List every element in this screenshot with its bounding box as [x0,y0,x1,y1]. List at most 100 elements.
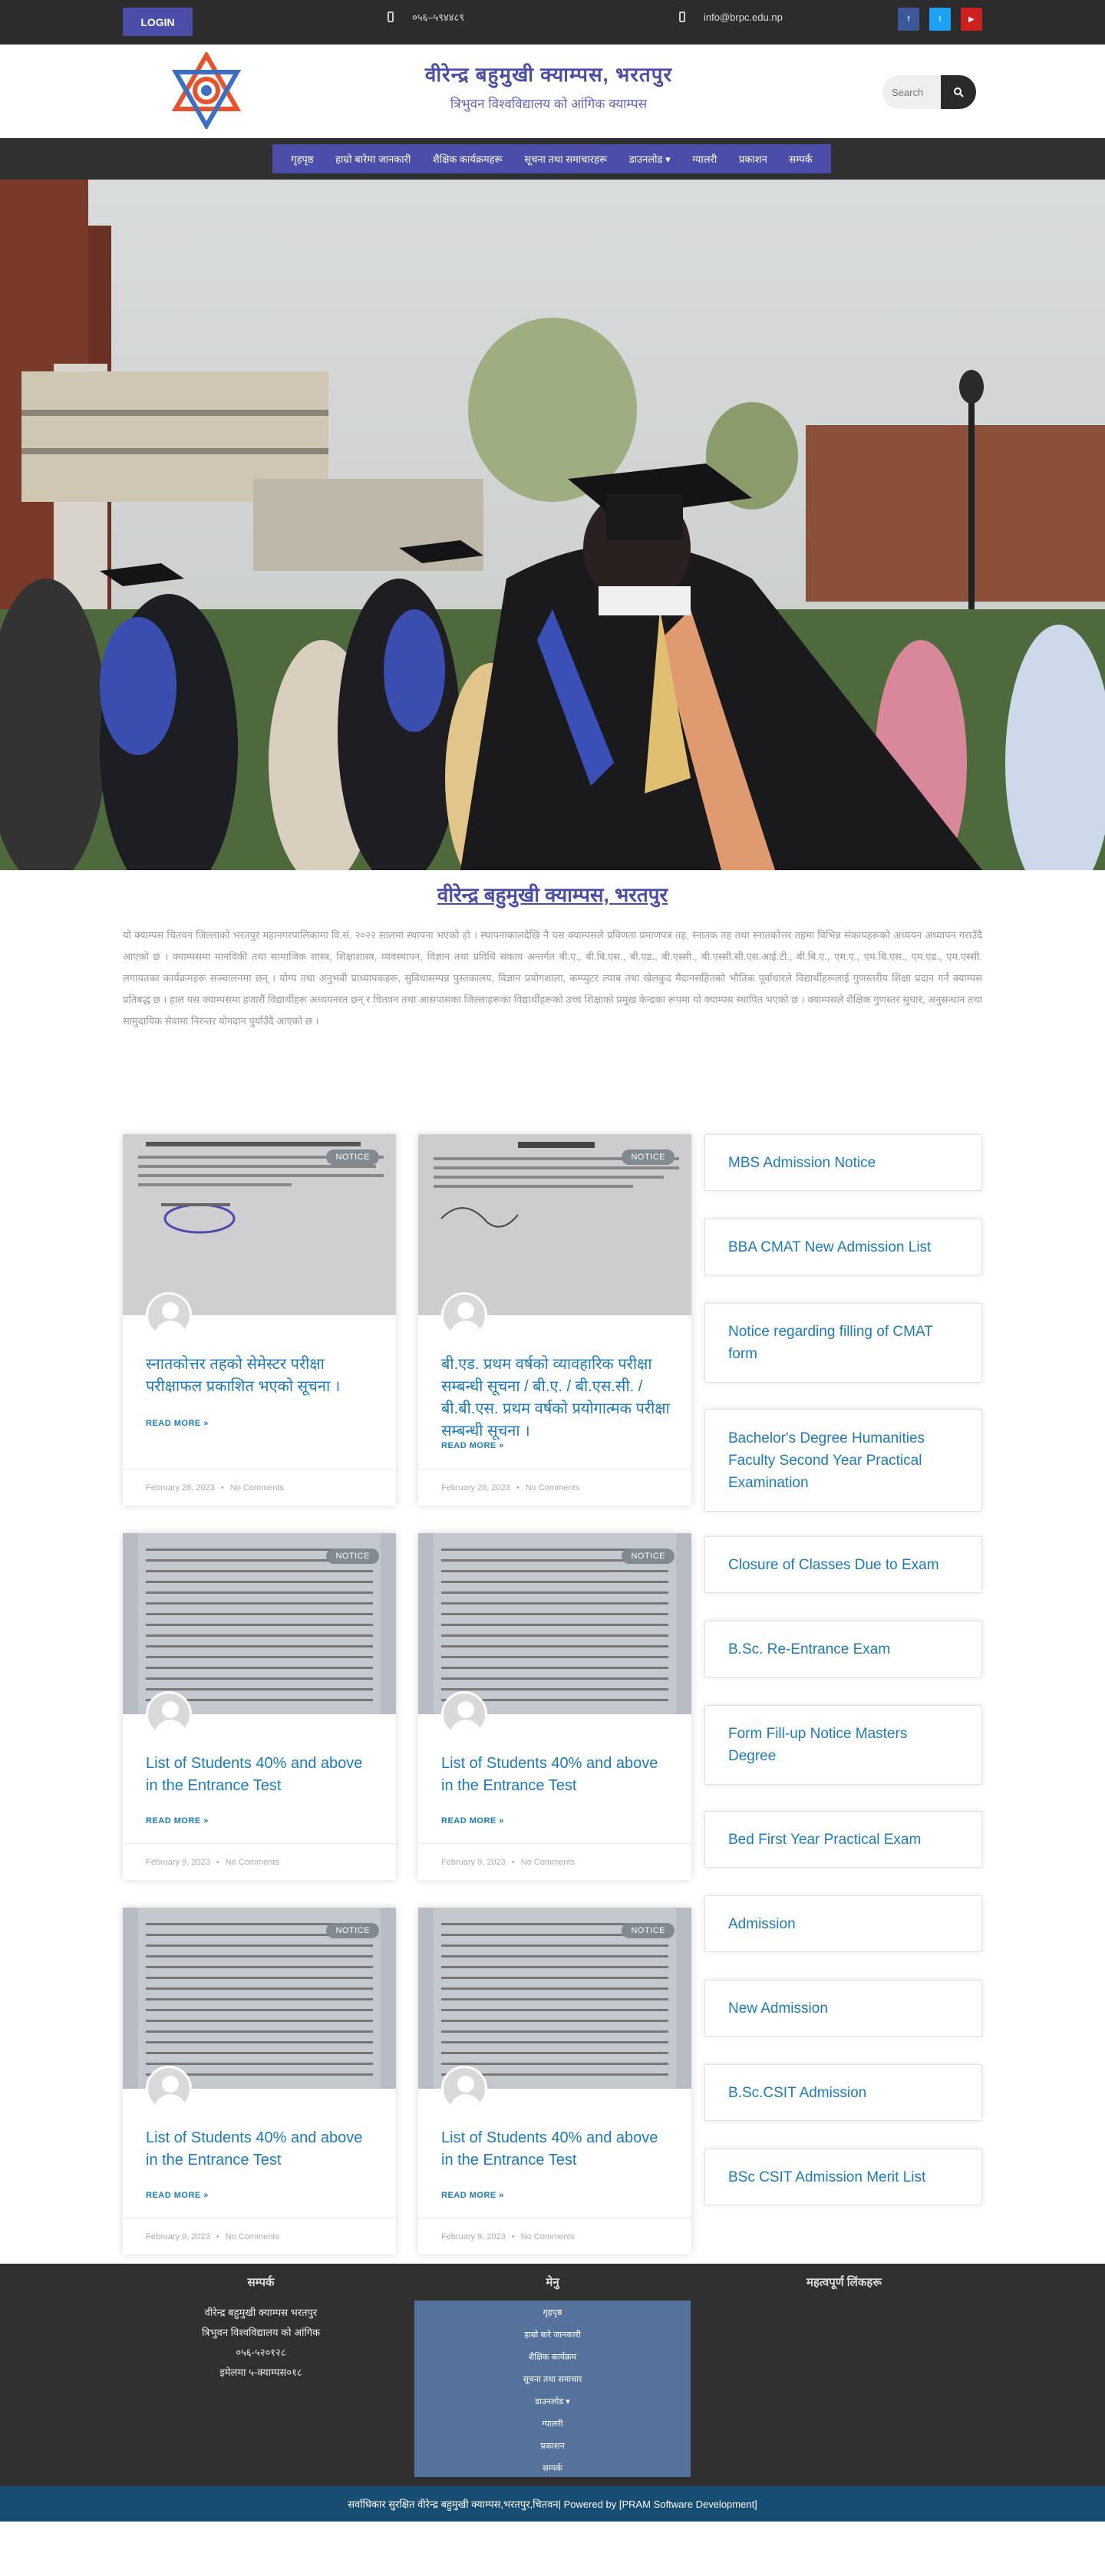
post-comments[interactable]: No Comments [521,2232,575,2241]
sidebar-notice-link[interactable]: Closure of Classes Due to Exam [704,1536,982,1593]
sidebar-notice-link[interactable]: Form Fill-up Notice Masters Degree [704,1705,982,1785]
post-date: February 9, 2023 [146,1857,210,1867]
sidebar-notice-link[interactable]: Notice regarding filling of CMAT form [704,1303,982,1383]
sidebar-notice-link[interactable]: B.Sc. Re-Entrance Exam [704,1621,982,1677]
post-date: February 28, 2023 [441,1483,510,1492]
post-card[interactable]: NOTICE List of Students 40% and above in… [418,1908,691,2254]
nav-item-downloads[interactable]: डाउनलोड ▾ [629,152,671,166]
read-more-link[interactable]: READ MORE » [146,1419,209,1428]
footer-menu-item[interactable]: शैक्षिक कार्यक्रम [414,2351,691,2363]
sidebar-notice-link[interactable]: Bachelor's Degree Humanities Faculty Sec… [704,1409,982,1512]
post-date: February 9, 2023 [146,2231,210,2241]
post-comments[interactable]: No Comments [526,1483,579,1492]
author-avatar [146,1691,192,1737]
nav-item-gallery[interactable]: ग्यालरी [692,152,717,166]
nav-item-contact[interactable]: सम्पर्क [789,152,812,166]
sidebar-notice-link[interactable]: Bed First Year Practical Exam [704,1811,982,1868]
sidebar-notice-label: BBA CMAT New Admission List [728,1239,932,1255]
post-meta: February 9, 2023 • No Comments [418,1843,691,1880]
footer-menu-heading: मेनु [546,2276,559,2289]
footer-menu-item[interactable]: ग्यालरी [414,2418,691,2429]
footer-phone: ०५६-५२०१२८ [236,2347,286,2358]
nav-item-programs[interactable]: शैक्षिक कार्यक्रमहरू [433,152,503,166]
post-card[interactable]: NOTICE List of Students 40% and above in… [123,1533,396,1880]
nav-item-about[interactable]: हाम्रो बारेमा जानकारी [335,152,411,166]
footer-menu-item[interactable]: प्रकाशन [414,2440,691,2452]
phone-icon [388,12,394,22]
sidebar-notice-link[interactable]: New Admission [704,1980,982,2037]
youtube-icon[interactable]: ▶ [961,8,982,31]
post-comments[interactable]: No Comments [230,1483,284,1492]
twitter-icon[interactable]: t [929,8,951,31]
post-title[interactable]: List of Students 40% and above in the En… [146,2127,376,2172]
footer-menu-item[interactable]: डाउनलोड ▾ [414,2396,691,2407]
sidebar-notice-label: Admission [728,1915,796,1932]
sidebar-notice-link[interactable]: MBS Admission Notice [704,1134,982,1191]
post-thumbnail[interactable]: NOTICE [418,1533,691,1714]
footer-menu-item[interactable]: गृहपृष्ठ [414,2307,691,2318]
sidebar-notice-label: BSc CSIT Admission Merit List [728,2169,926,2185]
search-button[interactable] [941,75,976,109]
post-card[interactable]: NOTICE List of Students 40% and above in… [418,1533,691,1880]
sidebar-notice-link[interactable]: BSc CSIT Admission Merit List [704,2149,982,2205]
post-date: February 9, 2023 [441,1857,506,1867]
sidebar-notice-label: Bed First Year Practical Exam [728,1831,922,1848]
footer-contact-heading: सम्पर्क [247,2276,275,2289]
sidebar-notice-link[interactable]: BBA CMAT New Admission List [704,1219,982,1275]
college-logo[interactable] [171,52,242,129]
post-thumbnail[interactable]: NOTICE [123,1908,396,2089]
post-title[interactable]: List of Students 40% and above in the En… [441,1753,671,1797]
post-thumbnail[interactable]: NOTICE [123,1134,396,1315]
facebook-icon[interactable]: f [898,8,919,31]
post-meta: February 9, 2023 • No Comments [123,1843,396,1880]
sidebar-notice-link[interactable]: Admission [704,1895,982,1952]
read-more-link[interactable]: READ MORE » [146,1816,209,1826]
post-card[interactable]: NOTICE स्नातकोत्तर तहको सेमेस्टर परीक्षा… [123,1134,396,1506]
post-meta: February 9, 2023 • No Comments [123,2218,396,2254]
post-thumbnail[interactable]: NOTICE [123,1533,396,1714]
meta-separator: • [511,1857,515,1867]
footer-menu-item[interactable]: सम्पर्क [414,2462,691,2474]
read-more-link[interactable]: READ MORE » [146,2191,209,2200]
meta-separator: • [516,1483,520,1492]
post-title[interactable]: List of Students 40% and above in the En… [146,1753,376,1797]
nav-item-notices[interactable]: सूचना तथा समाचारहरू [524,152,607,166]
nav-item-publication[interactable]: प्रकाशन [739,152,767,166]
sidebar-notice-label: B.Sc. Re-Entrance Exam [728,1641,891,1657]
post-title[interactable]: List of Students 40% and above in the En… [441,2127,671,2172]
sidebar-notice-link[interactable]: B.Sc.CSIT Admission [704,2064,982,2121]
post-thumbnail[interactable]: NOTICE [418,1134,691,1315]
post-card[interactable]: NOTICE बी.एड. प्रथम वर्षको व्यावहारिक पर… [418,1134,691,1506]
footer-email: इमेलमा ५-क्याम्पस०१८ [219,2367,302,2378]
post-title[interactable]: बी.एड. प्रथम वर्षको व्यावहारिक परीक्षा स… [441,1354,671,1443]
read-more-link[interactable]: READ MORE » [441,2191,504,2200]
post-comments[interactable]: No Comments [521,1858,575,1867]
phone-info: ०५६–५९४४८९ [388,8,464,26]
sidebar-notice-label: MBS Admission Notice [728,1154,876,1171]
post-comments[interactable]: No Comments [226,2232,279,2241]
nav-item-home[interactable]: गृहपृष्ठ [291,152,313,166]
author-avatar [441,2066,487,2112]
read-more-link[interactable]: READ MORE » [441,1441,504,1450]
notice-badge: NOTICE [326,1549,379,1564]
site-title[interactable]: वीरेन्द्र बहुमुखी क्याम्पस, भरतपुर [307,60,790,87]
footer-menu-item[interactable]: सूचना तथा समाचार [414,2373,691,2385]
post-date: February 9, 2023 [441,2231,506,2241]
site-header: वीरेन्द्र बहुमुखी क्याम्पस, भरतपुर त्रिभ… [0,45,1105,138]
sidebar-notice-label: Bachelor's Degree Humanities Faculty Sec… [728,1430,925,1491]
envelope-icon [679,12,685,22]
post-comments[interactable]: No Comments [226,1858,279,1867]
email-address[interactable]: info@brpc.edu.np [704,12,783,23]
post-title[interactable]: स्नातकोत्तर तहको सेमेस्टर परीक्षा परीक्ष… [146,1354,376,1398]
nav-menu: गृहपृष्ठ हाम्रो बारेमा जानकारी शैक्षिक क… [272,144,831,173]
search-icon [954,87,964,97]
read-more-link[interactable]: READ MORE » [441,1816,504,1826]
post-card[interactable]: NOTICE List of Students 40% and above in… [123,1908,396,2254]
email-info: info@brpc.edu.np [679,8,783,26]
login-button[interactable]: LOGIN [123,8,193,36]
footer-menu-item[interactable]: हाम्रो बारे जानकारी [414,2329,691,2340]
post-thumbnail[interactable]: NOTICE [418,1908,691,2089]
search-input[interactable] [882,75,948,109]
footer-links-heading: महत्वपूर्ण लिंकहरू [806,2276,882,2289]
site-subtitle: त्रिभुवन विश्वविद्यालय को आंगिक क्याम्पस [450,97,648,111]
